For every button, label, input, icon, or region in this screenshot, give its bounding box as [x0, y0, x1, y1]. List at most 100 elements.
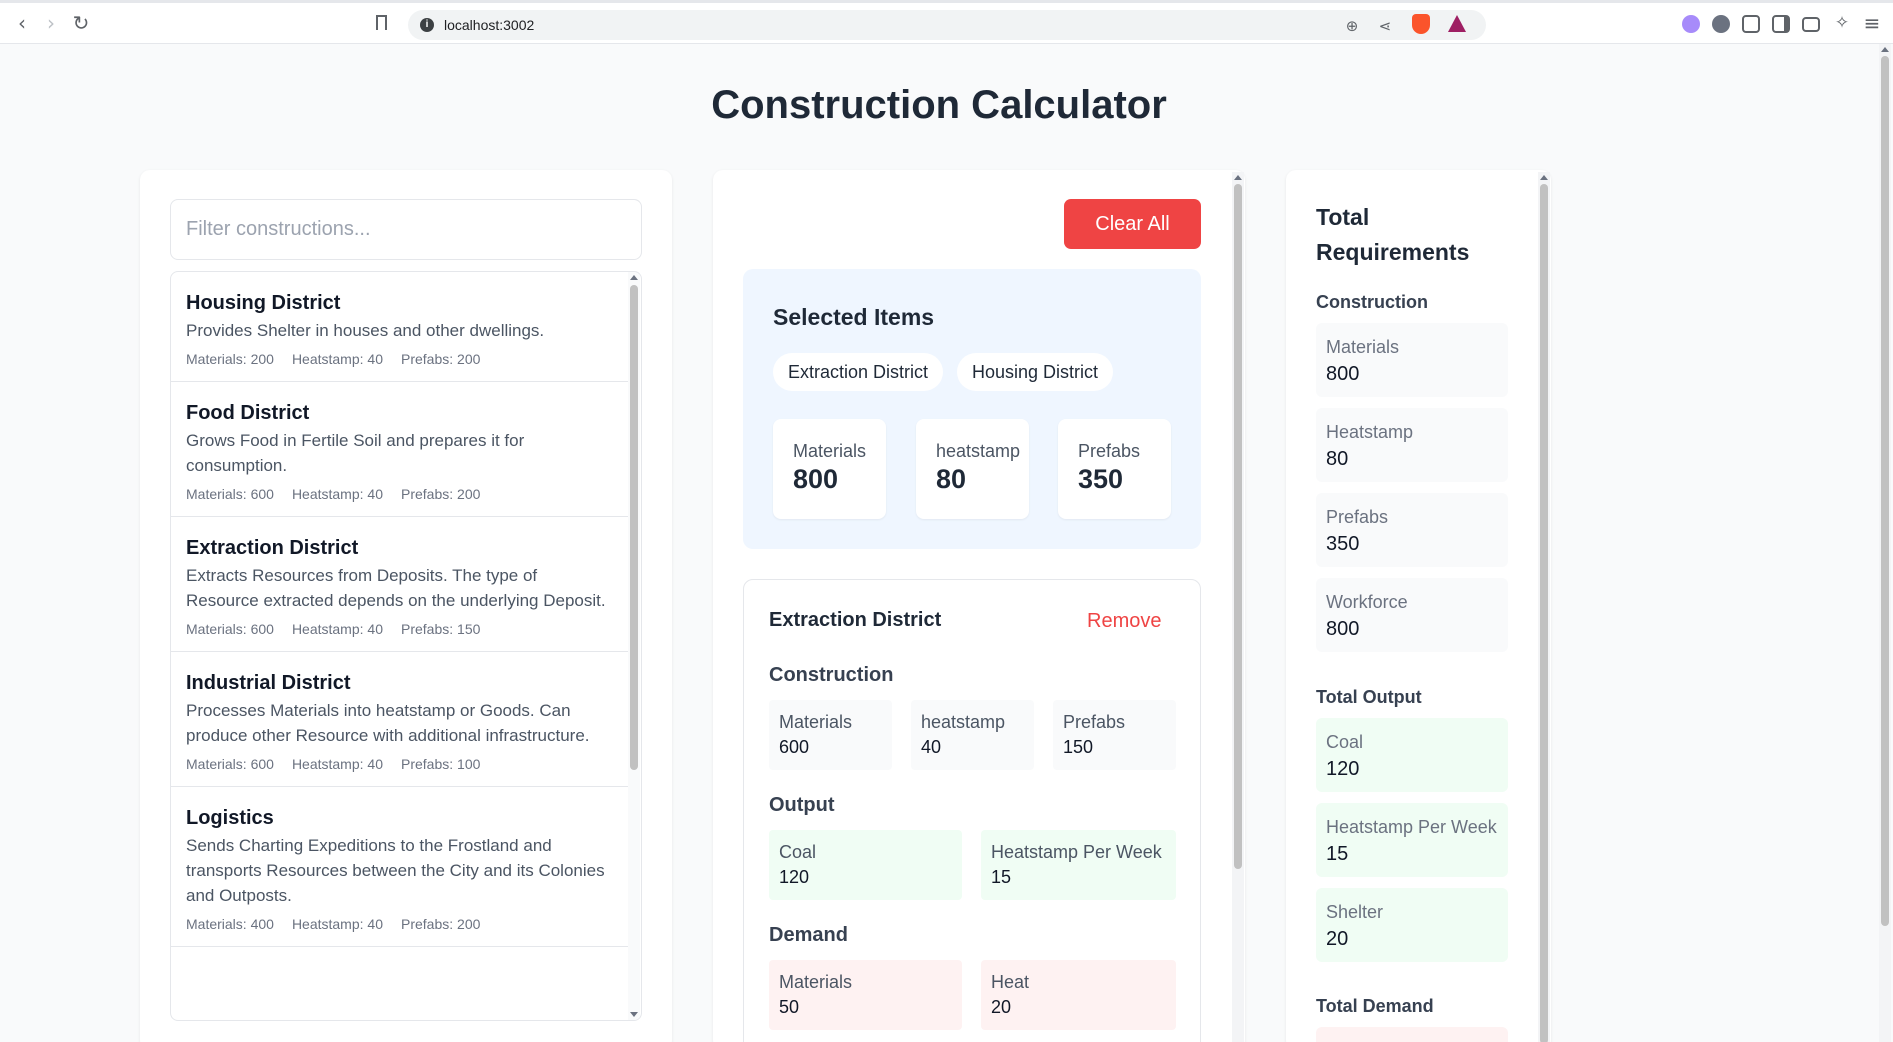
wallet-icon[interactable] [1802, 17, 1820, 32]
cost-prefabs: Prefabs: 200 [401, 486, 481, 502]
stat-value: 120 [1326, 758, 1360, 780]
stat-value: 800 [1326, 618, 1360, 640]
stat-label: Prefabs [1326, 507, 1389, 527]
construction-list-item[interactable]: Logistics Sends Charting Expeditions to t… [171, 787, 628, 947]
address-bar[interactable]: i localhost:3002 ⊕ ⋖ [408, 10, 1486, 40]
construction-costs: Materials: 600 Heatstamp: 40 Prefabs: 200 [186, 486, 613, 502]
leo-ai-icon[interactable]: ✧ [1830, 12, 1854, 36]
extensions-puzzle-icon[interactable] [1742, 15, 1760, 33]
page-scrollbar-thumb[interactable] [1881, 56, 1889, 926]
sidebar-icon[interactable] [1772, 15, 1790, 33]
stat-label: Materials [779, 712, 853, 732]
construction-stat: Prefabs 150 [1053, 700, 1176, 770]
construction-name: Industrial District [186, 672, 351, 694]
construction-stat: Materials 600 [769, 700, 892, 770]
brave-rewards-icon[interactable] [1448, 15, 1466, 32]
total-demand-heading: Total Demand [1316, 996, 1434, 1016]
browser-toolbar: ‹ › ↻ i localhost:3002 ⊕ ⋖ ✧ ≡ [0, 0, 1893, 44]
cost-materials: Materials: 600 [186, 621, 274, 637]
stat-value: 80 [1326, 448, 1349, 470]
output-stat: Heatstamp Per Week 15 [981, 830, 1176, 900]
stat-label: Prefabs [1063, 712, 1126, 732]
total-requirements-title: Total Requirements [1316, 204, 1470, 265]
stat-value: 150 [1063, 737, 1094, 757]
stat-label: Heatstamp Per Week [991, 842, 1162, 862]
output-heading: Output [769, 794, 835, 816]
construction-name: Food District [186, 402, 310, 424]
bookmark-icon[interactable] [376, 15, 387, 30]
filter-input[interactable] [170, 199, 642, 260]
construction-costs: Materials: 200 Heatstamp: 40 Prefabs: 200 [186, 351, 613, 367]
total-demand-stat [1316, 1027, 1508, 1042]
stat-label: Materials [779, 972, 853, 992]
construction-list-item[interactable]: Food District Grows Food in Fertile Soil … [171, 382, 628, 517]
page-scrollbar[interactable] [1879, 44, 1891, 1042]
summary-value: 350 [1078, 464, 1124, 494]
totals-scrollbar-thumb[interactable] [1540, 184, 1548, 1042]
zoom-icon[interactable]: ⊕ [1343, 17, 1361, 35]
selected-chip[interactable]: Housing District [957, 353, 1114, 391]
construction-description: Grows Food in Fertile Soil and prepares … [186, 431, 525, 475]
demand-heading: Demand [769, 924, 848, 946]
share-icon[interactable]: ⋖ [1376, 17, 1394, 35]
summary-label: Prefabs [1078, 441, 1141, 461]
stat-value: 50 [779, 997, 800, 1017]
construction-list-item[interactable]: Housing District Provides Shelter in hous… [171, 272, 628, 382]
summary-card-prefabs: Prefabs 350 [1058, 419, 1171, 519]
back-icon[interactable]: ‹ [10, 12, 34, 36]
clear-all-button[interactable]: Clear All [1064, 199, 1201, 249]
stat-label: Coal [779, 842, 817, 862]
selected-chip[interactable]: Extraction District [773, 353, 944, 391]
remove-button[interactable]: Remove [1087, 610, 1161, 633]
selection-scrollbar[interactable] [1232, 172, 1244, 1042]
construction-costs: Materials: 600 Heatstamp: 40 Prefabs: 100 [186, 756, 613, 772]
selection-scrollbar-thumb[interactable] [1234, 184, 1242, 869]
cost-materials: Materials: 600 [186, 486, 274, 502]
cost-heatstamp: Heatstamp: 40 [291, 916, 383, 932]
stat-value: 20 [1326, 928, 1349, 950]
forward-icon[interactable]: › [39, 12, 63, 36]
site-info-icon[interactable]: i [420, 18, 434, 32]
extension-icon[interactable] [1682, 15, 1700, 33]
totals-scrollbar[interactable] [1538, 172, 1550, 1042]
item-detail-card: Extraction District Remove Construction … [743, 579, 1201, 1042]
summary-card-heatstamp: heatstamp 80 [916, 419, 1029, 519]
stat-label: Heat [991, 972, 1030, 992]
construction-costs: Materials: 600 Heatstamp: 40 Prefabs: 150 [186, 621, 613, 637]
stat-label: Shelter [1326, 902, 1384, 922]
menu-icon[interactable]: ≡ [1860, 12, 1884, 36]
detail-title: Extraction District [769, 609, 942, 631]
summary-label: Materials [793, 441, 867, 461]
construction-list-item[interactable]: Extraction District Extracts Resources fr… [171, 517, 628, 652]
cost-materials: Materials: 200 [186, 351, 274, 367]
cost-materials: Materials: 600 [186, 756, 274, 772]
construction-description: Provides Shelter in houses and other dwe… [186, 321, 545, 340]
url-text: localhost:3002 [444, 17, 535, 33]
list-scrollbar-thumb[interactable] [630, 285, 638, 770]
stat-value: 600 [779, 737, 810, 757]
reload-icon[interactable]: ↻ [69, 12, 93, 36]
cost-heatstamp: Heatstamp: 40 [291, 756, 383, 772]
construction-description: Extracts Resources from Deposits. The ty… [186, 566, 606, 610]
construction-stat: heatstamp 40 [911, 700, 1034, 770]
list-scrollbar[interactable] [628, 272, 640, 1020]
stat-value: 15 [991, 867, 1012, 887]
total-construction-stat: Heatstamp 80 [1316, 408, 1508, 482]
extension-icon[interactable] [1712, 15, 1730, 33]
stat-label: Workforce [1326, 592, 1408, 612]
construction-name: Extraction District [186, 537, 359, 559]
output-stat: Coal 120 [769, 830, 962, 900]
cost-prefabs: Prefabs: 150 [401, 621, 481, 637]
stat-value: 15 [1326, 843, 1349, 865]
total-construction-stat: Workforce 800 [1316, 578, 1508, 652]
page-title: Construction Calculator [711, 83, 1167, 127]
construction-name: Housing District [186, 292, 341, 314]
construction-list-item[interactable]: Industrial District Processes Materials i… [171, 652, 628, 787]
cost-prefabs: Prefabs: 200 [401, 351, 481, 367]
total-construction-heading: Construction [1316, 292, 1428, 312]
stat-label: Coal [1326, 732, 1364, 752]
brave-shields-icon[interactable] [1412, 14, 1430, 34]
cost-heatstamp: Heatstamp: 40 [291, 351, 383, 367]
stat-value: 800 [1326, 363, 1360, 385]
cost-materials: Materials: 400 [186, 916, 274, 932]
